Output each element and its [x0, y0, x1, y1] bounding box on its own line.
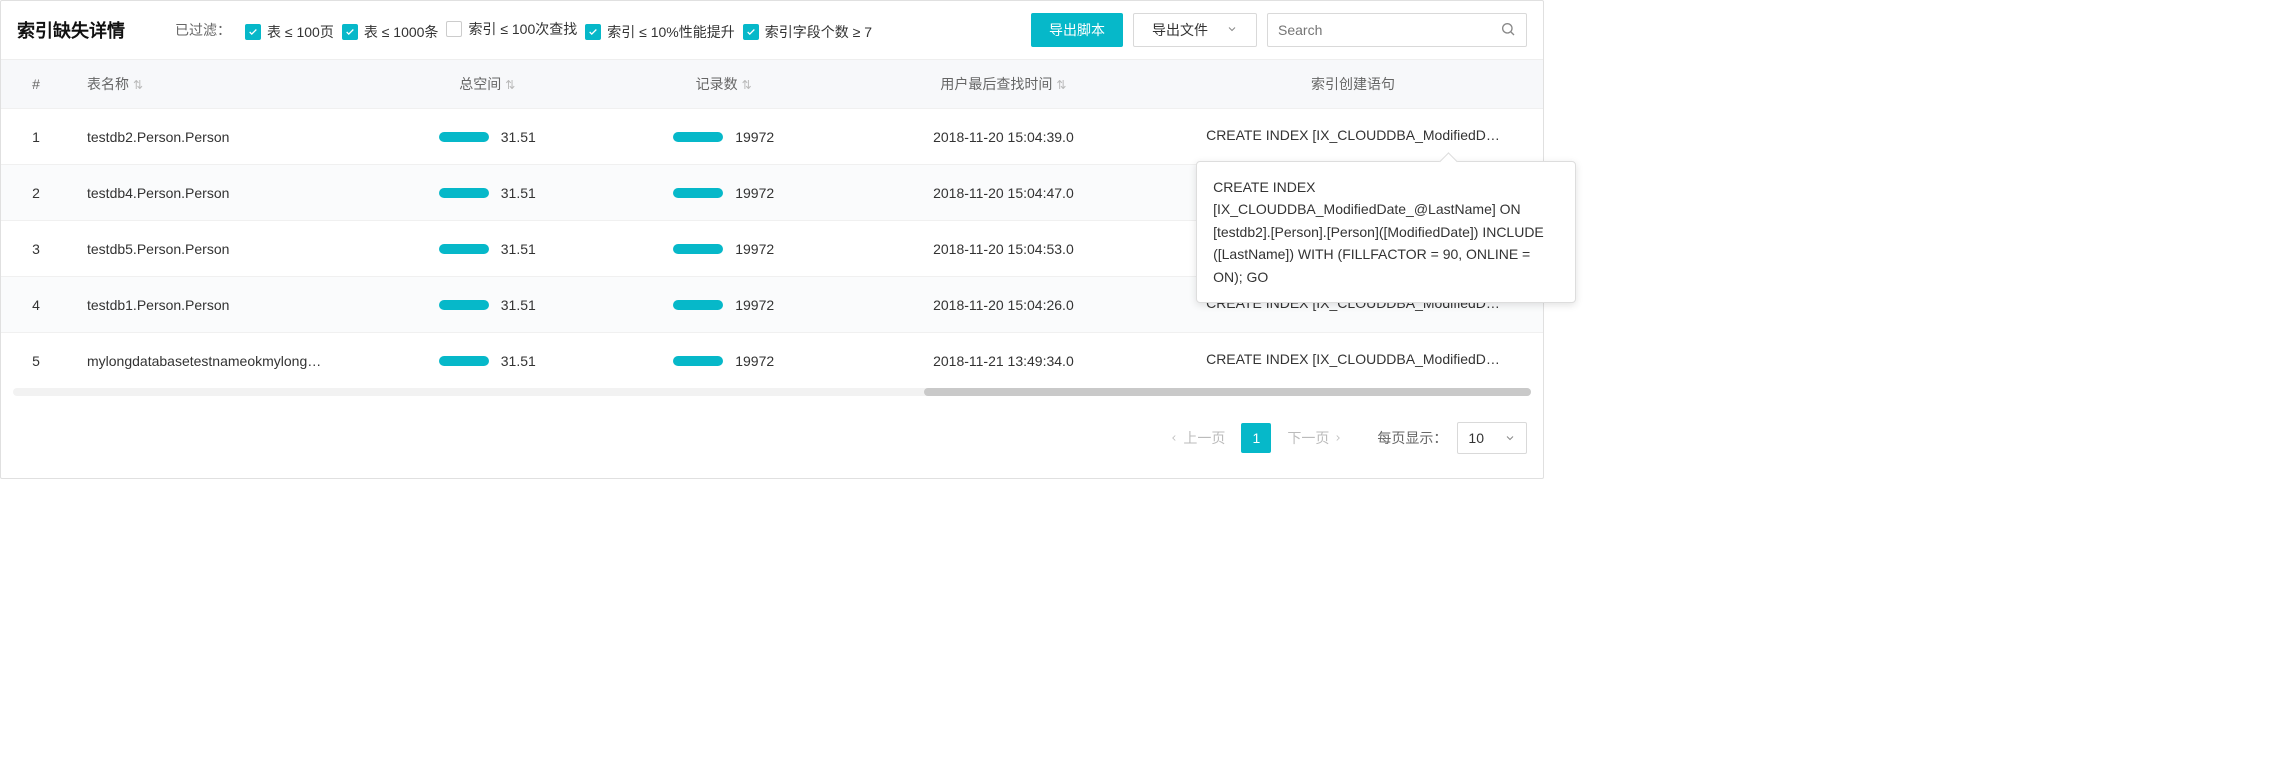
cell-records: 19972: [604, 333, 844, 389]
cell-space: 31.51: [371, 333, 604, 389]
bar-icon: [673, 356, 723, 366]
prev-page-button[interactable]: 上一页: [1163, 424, 1231, 452]
col-last-seek[interactable]: 用户最后查找时间⇅: [844, 60, 1163, 109]
export-script-button[interactable]: 导出脚本: [1031, 13, 1123, 47]
cell-time: 2018-11-20 15:04:53.0: [844, 221, 1163, 277]
page-size-label: 每页显示：: [1377, 428, 1447, 448]
table-row[interactable]: 5mylongdatabasetestnameokmylong…31.51199…: [1, 333, 1543, 389]
cell-records: 19972: [604, 109, 844, 165]
bar-icon: [673, 300, 723, 310]
chevron-left-icon: [1169, 433, 1179, 443]
filter-label-1: 表 ≤ 1000条: [364, 22, 439, 42]
filter-label-2: 索引 ≤ 100次查找: [468, 19, 577, 39]
search-box[interactable]: [1267, 13, 1527, 47]
bar-icon: [439, 300, 489, 310]
filter-checkbox-1[interactable]: [342, 24, 358, 40]
chevron-right-icon: [1333, 433, 1343, 443]
cell-time: 2018-11-20 15:04:26.0: [844, 277, 1163, 333]
export-file-label: 导出文件: [1152, 20, 1208, 40]
bar-icon: [439, 244, 489, 254]
chevron-down-icon: [1504, 432, 1516, 444]
page-size-select[interactable]: 10: [1457, 422, 1527, 454]
bar-icon: [673, 244, 723, 254]
cell-records: 19972: [604, 165, 844, 221]
sort-icon: ⇅: [742, 78, 752, 92]
toolbar: 索引缺失详情 已过滤： 表 ≤ 100页 表 ≤ 1000条 索引 ≤ 100次查找…: [1, 1, 1543, 59]
horizontal-scrollbar[interactable]: [13, 388, 1531, 396]
bar-icon: [439, 132, 489, 142]
next-page-button[interactable]: 下一页: [1281, 424, 1349, 452]
cell-num: 1: [1, 109, 71, 165]
table-row[interactable]: 1testdb2.Person.Person31.51199722018-11-…: [1, 109, 1543, 165]
cell-num: 2: [1, 165, 71, 221]
filter-checkbox-4[interactable]: [743, 24, 759, 40]
cell-space: 31.51: [371, 221, 604, 277]
export-file-button[interactable]: 导出文件: [1133, 13, 1257, 47]
cell-space: 31.51: [371, 277, 604, 333]
col-index-stmt[interactable]: 索引创建语句: [1163, 60, 1543, 109]
bar-icon: [673, 132, 723, 142]
page-number-current[interactable]: 1: [1241, 423, 1271, 453]
filter-label-3: 索引 ≤ 10%性能提升: [607, 22, 734, 42]
cell-space: 31.51: [371, 109, 604, 165]
cell-records: 19972: [604, 221, 844, 277]
col-table-name[interactable]: 表名称⇅: [71, 60, 371, 109]
search-icon: [1500, 21, 1516, 40]
cell-time: 2018-11-21 13:49:34.0: [844, 333, 1163, 389]
filter-checkbox-3[interactable]: [585, 24, 601, 40]
search-input[interactable]: [1278, 22, 1492, 38]
cell-stmt: CREATE INDEX [IX_CLOUDDBA_ModifiedD…: [1163, 333, 1543, 389]
sort-icon: ⇅: [505, 78, 515, 92]
filter-label: 已过滤：: [175, 20, 231, 40]
cell-num: 5: [1, 333, 71, 389]
bar-icon: [439, 188, 489, 198]
cell-records: 19972: [604, 277, 844, 333]
cell-space: 31.51: [371, 165, 604, 221]
bar-icon: [439, 356, 489, 366]
filter-label-0: 表 ≤ 100页: [267, 22, 334, 42]
col-total-space[interactable]: 总空间⇅: [371, 60, 604, 109]
sort-icon: ⇅: [1056, 78, 1066, 92]
scrollbar-thumb[interactable]: [924, 388, 1531, 396]
filter-checkbox-0[interactable]: [245, 24, 261, 40]
col-num[interactable]: #: [1, 60, 71, 109]
cell-table-name: mylongdatabasetestnameokmylong…: [71, 333, 371, 389]
cell-table-name: testdb2.Person.Person: [71, 109, 371, 165]
sort-icon: ⇅: [133, 78, 143, 92]
filter-checkbox-2[interactable]: [446, 21, 462, 37]
cell-table-name: testdb5.Person.Person: [71, 221, 371, 277]
cell-time: 2018-11-20 15:04:39.0: [844, 109, 1163, 165]
page-title: 索引缺失详情: [17, 17, 125, 43]
cell-stmt: CREATE INDEX [IX_CLOUDDBA_ModifiedD…: [1163, 109, 1543, 165]
cell-table-name: testdb1.Person.Person: [71, 277, 371, 333]
col-records[interactable]: 记录数⇅: [604, 60, 844, 109]
cell-num: 3: [1, 221, 71, 277]
cell-num: 4: [1, 277, 71, 333]
chevron-down-icon: [1226, 22, 1238, 38]
filter-label-4: 索引字段个数 ≥ 7: [765, 22, 872, 42]
cell-time: 2018-11-20 15:04:47.0: [844, 165, 1163, 221]
pagination: 上一页 1 下一页 每页显示： 10: [1, 402, 1543, 478]
index-statement-tooltip: CREATE INDEX [IX_CLOUDDBA_ModifiedDate_@…: [1196, 161, 1576, 303]
cell-table-name: testdb4.Person.Person: [71, 165, 371, 221]
bar-icon: [673, 188, 723, 198]
